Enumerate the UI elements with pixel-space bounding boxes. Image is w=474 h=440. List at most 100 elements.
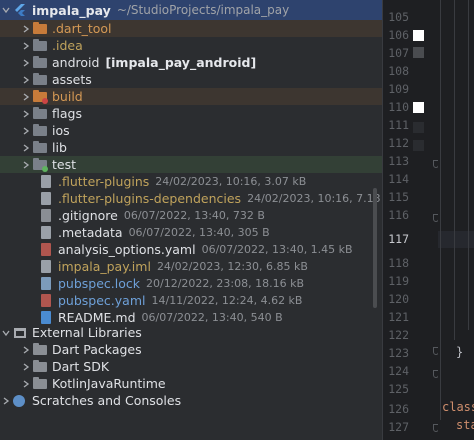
line-number: 118 [388, 256, 409, 270]
chevron-right-icon[interactable] [20, 159, 32, 171]
source-folder-icon [32, 140, 48, 155]
tree-item-label: README.md [58, 310, 136, 325]
line-number: 122 [388, 328, 409, 342]
chevron-right-icon[interactable] [20, 74, 32, 86]
tree-item-dart-sdk[interactable]: Dart SDK [0, 358, 382, 375]
chevron-right-icon[interactable] [20, 378, 32, 390]
indent-guide [454, 0, 455, 340]
tree-item-label: analysis_options.yaml [58, 242, 196, 257]
file-meta: 24/02/2023, 10:16, 3.07 kB [155, 175, 307, 188]
tree-item-label: build [52, 89, 83, 104]
line-number: 109 [388, 82, 409, 96]
tree-item-label: .idea [52, 38, 83, 53]
line-number: 106 [388, 28, 409, 42]
library-folder-icon [32, 342, 48, 357]
tree-item-ios[interactable]: ios [0, 122, 382, 139]
tree-item-flutter-plugins-dependencies[interactable]: .flutter-plugins-dependencies 24/02/2023… [0, 190, 382, 207]
tree-item-metadata[interactable]: .metadata 06/07/2022, 13:40, 305 B [0, 224, 382, 241]
file-icon [38, 191, 54, 206]
line-number: 115 [388, 190, 409, 204]
tree-item-pubspec-yaml[interactable]: pubspec.yaml 14/11/2022, 12:24, 4.62 kB [0, 292, 382, 309]
line-number: 114 [388, 172, 409, 186]
tree-item-dart-tool[interactable]: .dart_tool [0, 20, 382, 37]
tree-item-flags[interactable]: flags [0, 105, 382, 122]
library-icon [12, 326, 28, 340]
tree-item-label: flags [52, 106, 82, 121]
file-meta: 06/07/2022, 13:40, 305 B [128, 226, 270, 239]
tree-item-scratches[interactable]: Scratches and Consoles [0, 392, 382, 409]
tree-item-lib[interactable]: lib [0, 139, 382, 156]
code-line-126: class [442, 400, 474, 414]
tree-item-label: External Libraries [32, 325, 142, 340]
tree-item-idea[interactable]: .idea [0, 37, 382, 54]
chevron-down-icon[interactable] [0, 4, 12, 16]
tree-item-kotlin-java-runtime[interactable]: KotlinJavaRuntime [0, 375, 382, 392]
tree-item-flutter-plugins[interactable]: .flutter-plugins 24/02/2023, 10:16, 3.07… [0, 173, 382, 190]
line-number: 111 [388, 118, 409, 132]
line-number: 105 [388, 10, 409, 24]
line-number: 107 [388, 46, 409, 60]
excluded-folder-icon [32, 89, 48, 104]
tree-item-label: Dart SDK [52, 359, 110, 374]
line-number: 125 [388, 382, 409, 396]
tree-item-dart-packages[interactable]: Dart Packages [0, 341, 382, 358]
tree-item-label: lib [52, 140, 67, 155]
tree-item-impala-pay-iml[interactable]: impala_pay.iml 24/02/2023, 12:30, 6.85 k… [0, 258, 382, 275]
gitignore-file-icon [38, 208, 54, 223]
yaml-file-icon [38, 242, 54, 257]
color-swatch-icon [413, 140, 424, 151]
tree-item-label: .metadata [58, 225, 123, 240]
chevron-right-icon[interactable] [20, 40, 32, 52]
scratches-icon [12, 394, 28, 408]
chevron-down-icon[interactable] [0, 327, 12, 339]
tree-item-label: test [52, 157, 77, 172]
folder-icon [32, 123, 48, 138]
chevron-right-icon[interactable] [20, 57, 32, 69]
line-number: 123 [388, 346, 409, 360]
color-swatch-icon[interactable] [413, 47, 424, 58]
code-editor[interactable]: } class sta [438, 0, 474, 440]
chevron-right-icon[interactable] [20, 23, 32, 35]
tree-item-analysis-options[interactable]: analysis_options.yaml 06/07/2022, 13:40,… [0, 241, 382, 258]
tree-item-assets[interactable]: assets [0, 71, 382, 88]
tree-item-label: ios [52, 123, 70, 138]
library-folder-icon [32, 376, 48, 391]
chevron-right-icon[interactable] [20, 361, 32, 373]
code-line-123: } [456, 345, 464, 359]
chevron-right-icon[interactable] [20, 125, 32, 137]
color-swatch-icon[interactable] [413, 102, 424, 113]
line-number: 119 [388, 274, 409, 288]
file-meta: 06/07/2022, 13:40, 732 B [123, 209, 265, 222]
file-meta: 24/02/2023, 10:16, 7.13 kB [247, 192, 382, 205]
tree-root-impala-pay[interactable]: impala_pay ~/StudioProjects/impala_pay [0, 0, 382, 20]
tree-item-android[interactable]: android [impala_pay_android] [0, 54, 382, 71]
tree-item-test[interactable]: test [0, 156, 382, 173]
file-icon [38, 225, 54, 240]
folder-icon [32, 72, 48, 87]
line-number-current: 117 [388, 232, 409, 246]
flutter-module-icon [12, 3, 28, 17]
tree-item-build[interactable]: build [0, 88, 382, 105]
tree-item-pubspec-lock[interactable]: pubspec.lock 20/12/2022, 23:08, 18.16 kB [0, 275, 382, 292]
tree-item-gitignore[interactable]: .gitignore 06/07/2022, 13:40, 732 B [0, 207, 382, 224]
code-line-127: sta [456, 418, 474, 432]
tree-item-label: pubspec.yaml [58, 293, 146, 308]
file-meta: 06/07/2022, 13:40, 1.45 kB [201, 243, 353, 256]
chevron-right-icon[interactable] [20, 91, 32, 103]
chevron-right-icon[interactable] [0, 395, 12, 407]
chevron-right-icon[interactable] [20, 142, 32, 154]
color-swatch-icon[interactable] [413, 30, 424, 41]
chevron-right-icon[interactable] [20, 108, 32, 120]
line-number: 108 [388, 64, 409, 78]
tree-scrollbar[interactable] [373, 188, 377, 308]
line-number: 121 [388, 310, 409, 324]
file-meta: 24/02/2023, 12:30, 6.85 kB [156, 260, 308, 273]
excluded-folder-icon [32, 21, 48, 36]
chevron-right-icon[interactable] [20, 344, 32, 356]
markdown-file-icon [38, 310, 54, 325]
tree-item-external-libraries[interactable]: External Libraries [0, 324, 382, 341]
tree-item-label: .dart_tool [52, 21, 112, 36]
yaml-file-icon [38, 293, 54, 308]
indent-guide [468, 0, 469, 330]
line-number: 112 [388, 136, 409, 150]
